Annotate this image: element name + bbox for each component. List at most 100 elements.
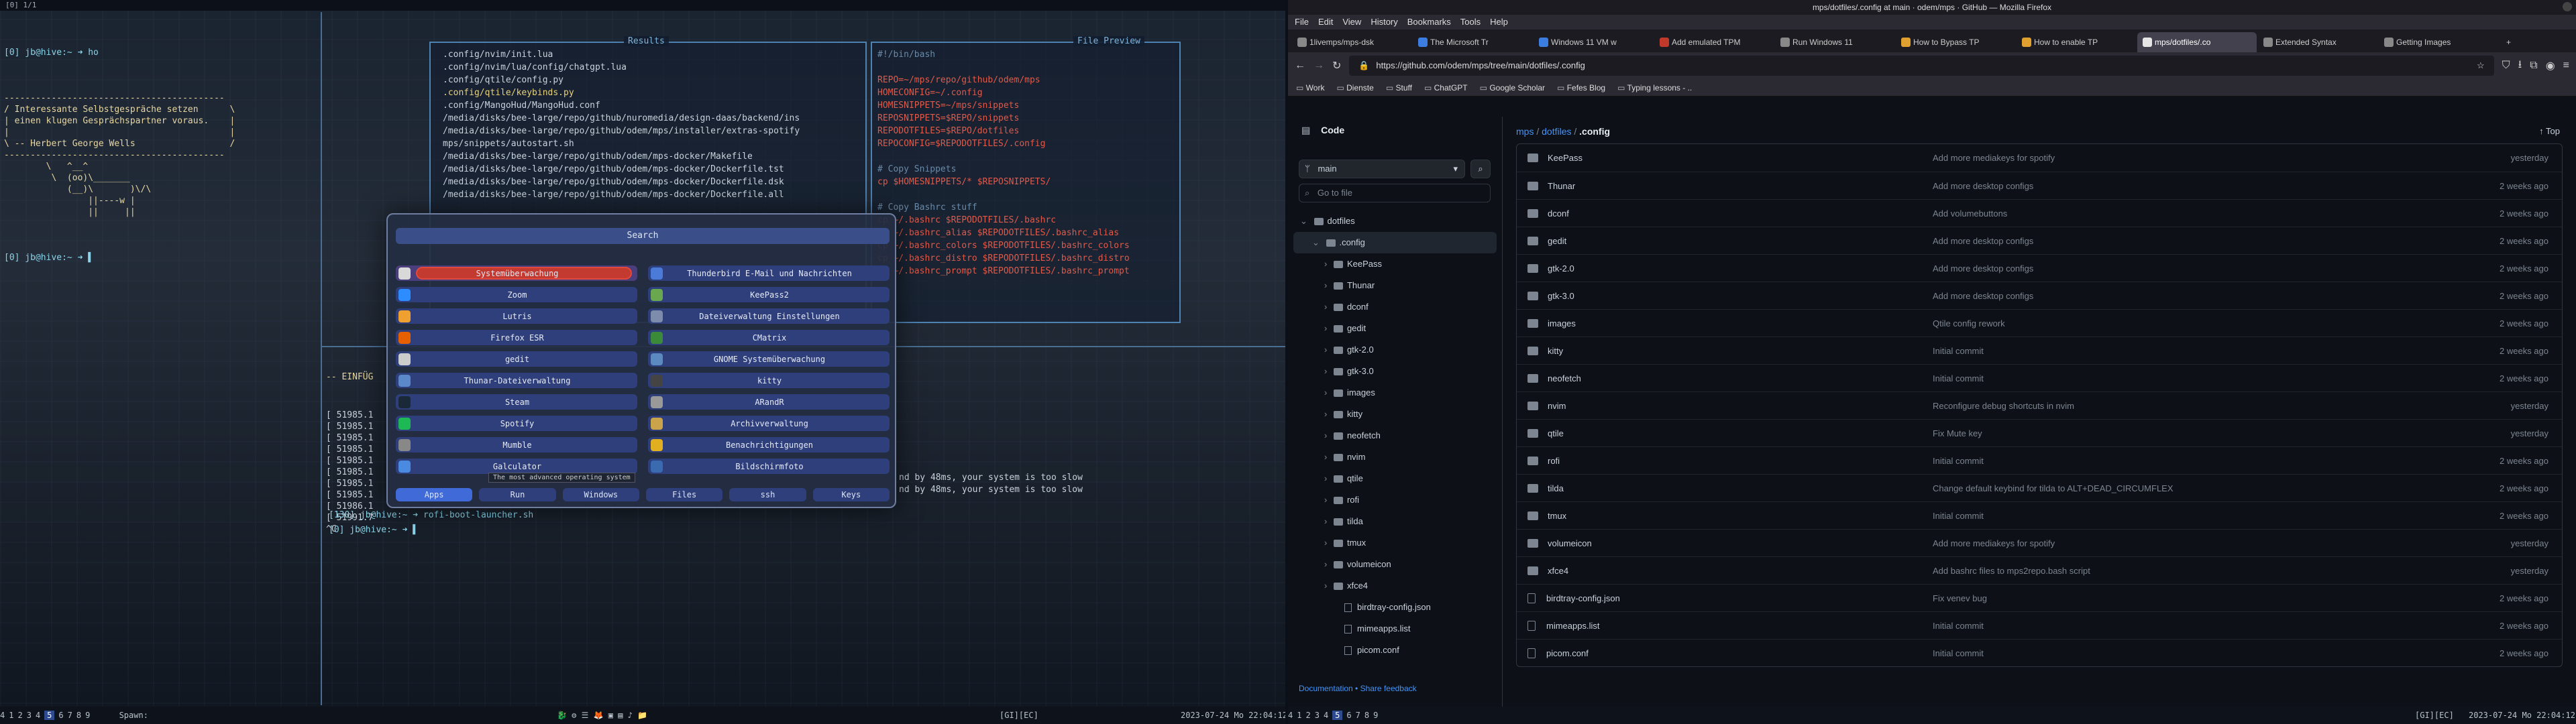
rofi-tab-ssh[interactable]: ssh (729, 488, 806, 501)
rofi-app-item[interactable]: Archivverwaltung (648, 416, 890, 431)
file-name-cell[interactable]: tmux (1517, 511, 1933, 521)
tree-item[interactable]: › qtile (1293, 468, 1497, 489)
commit-message[interactable]: Add bashrc files to mps2repo.bash script (1933, 566, 2461, 576)
rofi-app-item[interactable]: Firefox ESR (396, 330, 637, 345)
file-name-cell[interactable]: tilda (1517, 483, 1933, 493)
spawn-prompt[interactable]: Spawn: (119, 711, 148, 720)
rofi-app-item[interactable]: Thunderbird E-Mail und Nachrichten (648, 265, 890, 281)
workspace-item[interactable]: 9 (1373, 711, 1378, 720)
commit-message[interactable]: Qtile config rework (1933, 318, 2461, 328)
workspace-item[interactable]: 6 (1346, 711, 1351, 720)
file-name[interactable]: birdtray-config.json (1546, 593, 1620, 603)
bookmark-item[interactable]: ▭ Dienste (1336, 79, 1373, 96)
tree-item[interactable]: › gtk-2.0 (1293, 339, 1497, 361)
workspace-item[interactable]: 2 (17, 711, 22, 720)
commit-message[interactable]: Change default keybind for tilda to ALT+… (1933, 483, 2461, 493)
rofi-app-item[interactable]: gedit (396, 351, 637, 367)
commit-message[interactable]: Add volumebuttons (1933, 208, 2461, 219)
rofi-app-item[interactable]: kitty (648, 373, 890, 388)
menu-item[interactable]: Edit (1318, 15, 1333, 29)
file-name[interactable]: KeePass (1548, 153, 1582, 163)
rofi-app-item[interactable]: KeePass2 (648, 287, 890, 302)
rofi-app-item[interactable]: Steam (396, 394, 637, 410)
file-name[interactable]: Thunar (1548, 181, 1575, 191)
rofi-app-item[interactable]: Benachrichtigungen (648, 437, 890, 452)
file-name-cell[interactable]: images (1517, 318, 1933, 328)
tree-item[interactable]: › KeePass (1293, 253, 1497, 275)
workspace-item[interactable]: 1 (1297, 711, 1301, 720)
tree-item[interactable]: ⌄ dotfiles (1293, 210, 1497, 232)
commit-message[interactable]: Reconfigure debug shortcuts in nvim (1933, 401, 2461, 411)
breadcrumb-dotfiles[interactable]: dotfiles (1542, 126, 1571, 137)
bookmark-star-icon[interactable]: ☆ (2477, 56, 2485, 76)
branch-selector[interactable]: ᛘ main ▾ (1299, 160, 1465, 178)
commit-message[interactable]: Initial commit (1933, 456, 2461, 466)
result-item[interactable]: .config/qtile/config.py (443, 74, 800, 86)
commit-message[interactable]: Add more mediakeys for spotify (1933, 538, 2461, 548)
reload-icon[interactable]: ↻ (1332, 59, 1341, 72)
tree-item[interactable]: mimeapps.list (1293, 618, 1497, 640)
result-item[interactable]: .config/nvim/lua/config/chatgpt.lua (443, 61, 800, 74)
tree-item[interactable]: › kitty (1293, 404, 1497, 425)
file-name-cell[interactable]: gtk-3.0 (1517, 291, 1933, 301)
file-name[interactable]: neofetch (1548, 373, 1581, 383)
browser-tab[interactable]: 1livemps/mps-dsk (1292, 32, 1411, 52)
file-name-cell[interactable]: Thunar (1517, 181, 1933, 191)
menu-item[interactable]: File (1295, 15, 1309, 29)
commit-message[interactable]: Initial commit (1933, 621, 2461, 631)
file-name[interactable]: tmux (1548, 511, 1566, 521)
menu-item[interactable]: Tools (1460, 15, 1481, 29)
menu-icon[interactable]: ≡ (2563, 60, 2569, 72)
rofi-tab-run[interactable]: Run (479, 488, 556, 501)
browser-tab[interactable]: Getting Images (2379, 32, 2498, 52)
rofi-app-item[interactable]: Systemüberwachung (396, 265, 637, 281)
file-name-cell[interactable]: qtile (1517, 428, 1933, 438)
search-button[interactable]: ⌕ (1470, 160, 1491, 178)
file-name[interactable]: tilda (1548, 483, 1564, 493)
rofi-tab-keys[interactable]: Keys (812, 488, 890, 501)
file-name[interactable]: kitty (1548, 346, 1563, 356)
rofi-app-item[interactable]: Thunar-Dateiverwaltung (396, 373, 637, 388)
file-name-cell[interactable]: dconf (1517, 208, 1933, 219)
file-name-cell[interactable]: nvim (1517, 401, 1933, 411)
file-name[interactable]: qtile (1548, 428, 1564, 438)
file-name-cell[interactable]: mimeapps.list (1517, 620, 1933, 631)
tree-item[interactable]: › volumeicon (1293, 554, 1497, 575)
extensions-icon[interactable]: ⧉ (2530, 60, 2537, 72)
result-item[interactable]: .config/MangoHud/MangoHud.conf (443, 99, 800, 112)
bookmark-item[interactable]: ▭ Work (1296, 79, 1324, 96)
bookmark-item[interactable]: ▭ Fefes Blog (1557, 79, 1605, 96)
workspace-list[interactable]: 4123456789 (1288, 711, 1382, 720)
tree-item[interactable]: › tilda (1293, 511, 1497, 532)
commit-message[interactable]: Initial commit (1933, 511, 2461, 521)
file-name-cell[interactable]: xfce4 (1517, 566, 1933, 576)
result-item[interactable]: /media/disks/bee-large/repo/github/odem/… (443, 176, 800, 188)
browser-tab[interactable]: The Microsoft Tr (1413, 32, 1532, 52)
workspace-item[interactable]: 5 (1332, 711, 1343, 720)
rofi-launcher[interactable]: Search Systemüberwachung Thunderbird E-Ma… (386, 213, 896, 508)
sidebar-toggle-icon[interactable]: ▤ (1301, 125, 1310, 135)
file-name-cell[interactable]: picom.conf (1517, 648, 1933, 658)
file-name-cell[interactable]: volumeicon (1517, 538, 1933, 548)
workspace-item[interactable]: 4 (1324, 711, 1328, 720)
browser-tab[interactable]: mps/dotfiles/.co (2137, 32, 2257, 52)
menu-item[interactable]: View (1342, 15, 1361, 29)
commit-message[interactable]: Add more desktop configs (1933, 291, 2461, 301)
bookmark-item[interactable]: ▭ Stuff (1386, 79, 1412, 96)
commit-message[interactable]: Add more mediakeys for spotify (1933, 153, 2461, 163)
rofi-app-item[interactable]: Zoom (396, 287, 637, 302)
rofi-app-item[interactable]: Lutris (396, 308, 637, 324)
file-name[interactable]: gedit (1548, 236, 1566, 246)
rofi-search-input[interactable]: Search (396, 228, 890, 244)
browser-tab[interactable]: How to Bypass TP (1896, 32, 2015, 52)
rofi-app-item[interactable]: Dateiverwaltung Einstellungen (648, 308, 890, 324)
workspace-item[interactable]: 9 (85, 711, 90, 720)
browser-tab[interactable]: Run Windows 11 (1775, 32, 1894, 52)
forward-icon[interactable]: → (1313, 60, 1324, 72)
file-name[interactable]: mimeapps.list (1546, 621, 1599, 631)
commit-message[interactable]: Fix Mute key (1933, 428, 2461, 438)
tree-item[interactable]: ⌄ .config (1293, 232, 1497, 253)
account-icon[interactable]: ◉ (2546, 59, 2555, 72)
file-name[interactable]: gtk-2.0 (1548, 263, 1574, 274)
file-name-cell[interactable]: gedit (1517, 236, 1933, 246)
